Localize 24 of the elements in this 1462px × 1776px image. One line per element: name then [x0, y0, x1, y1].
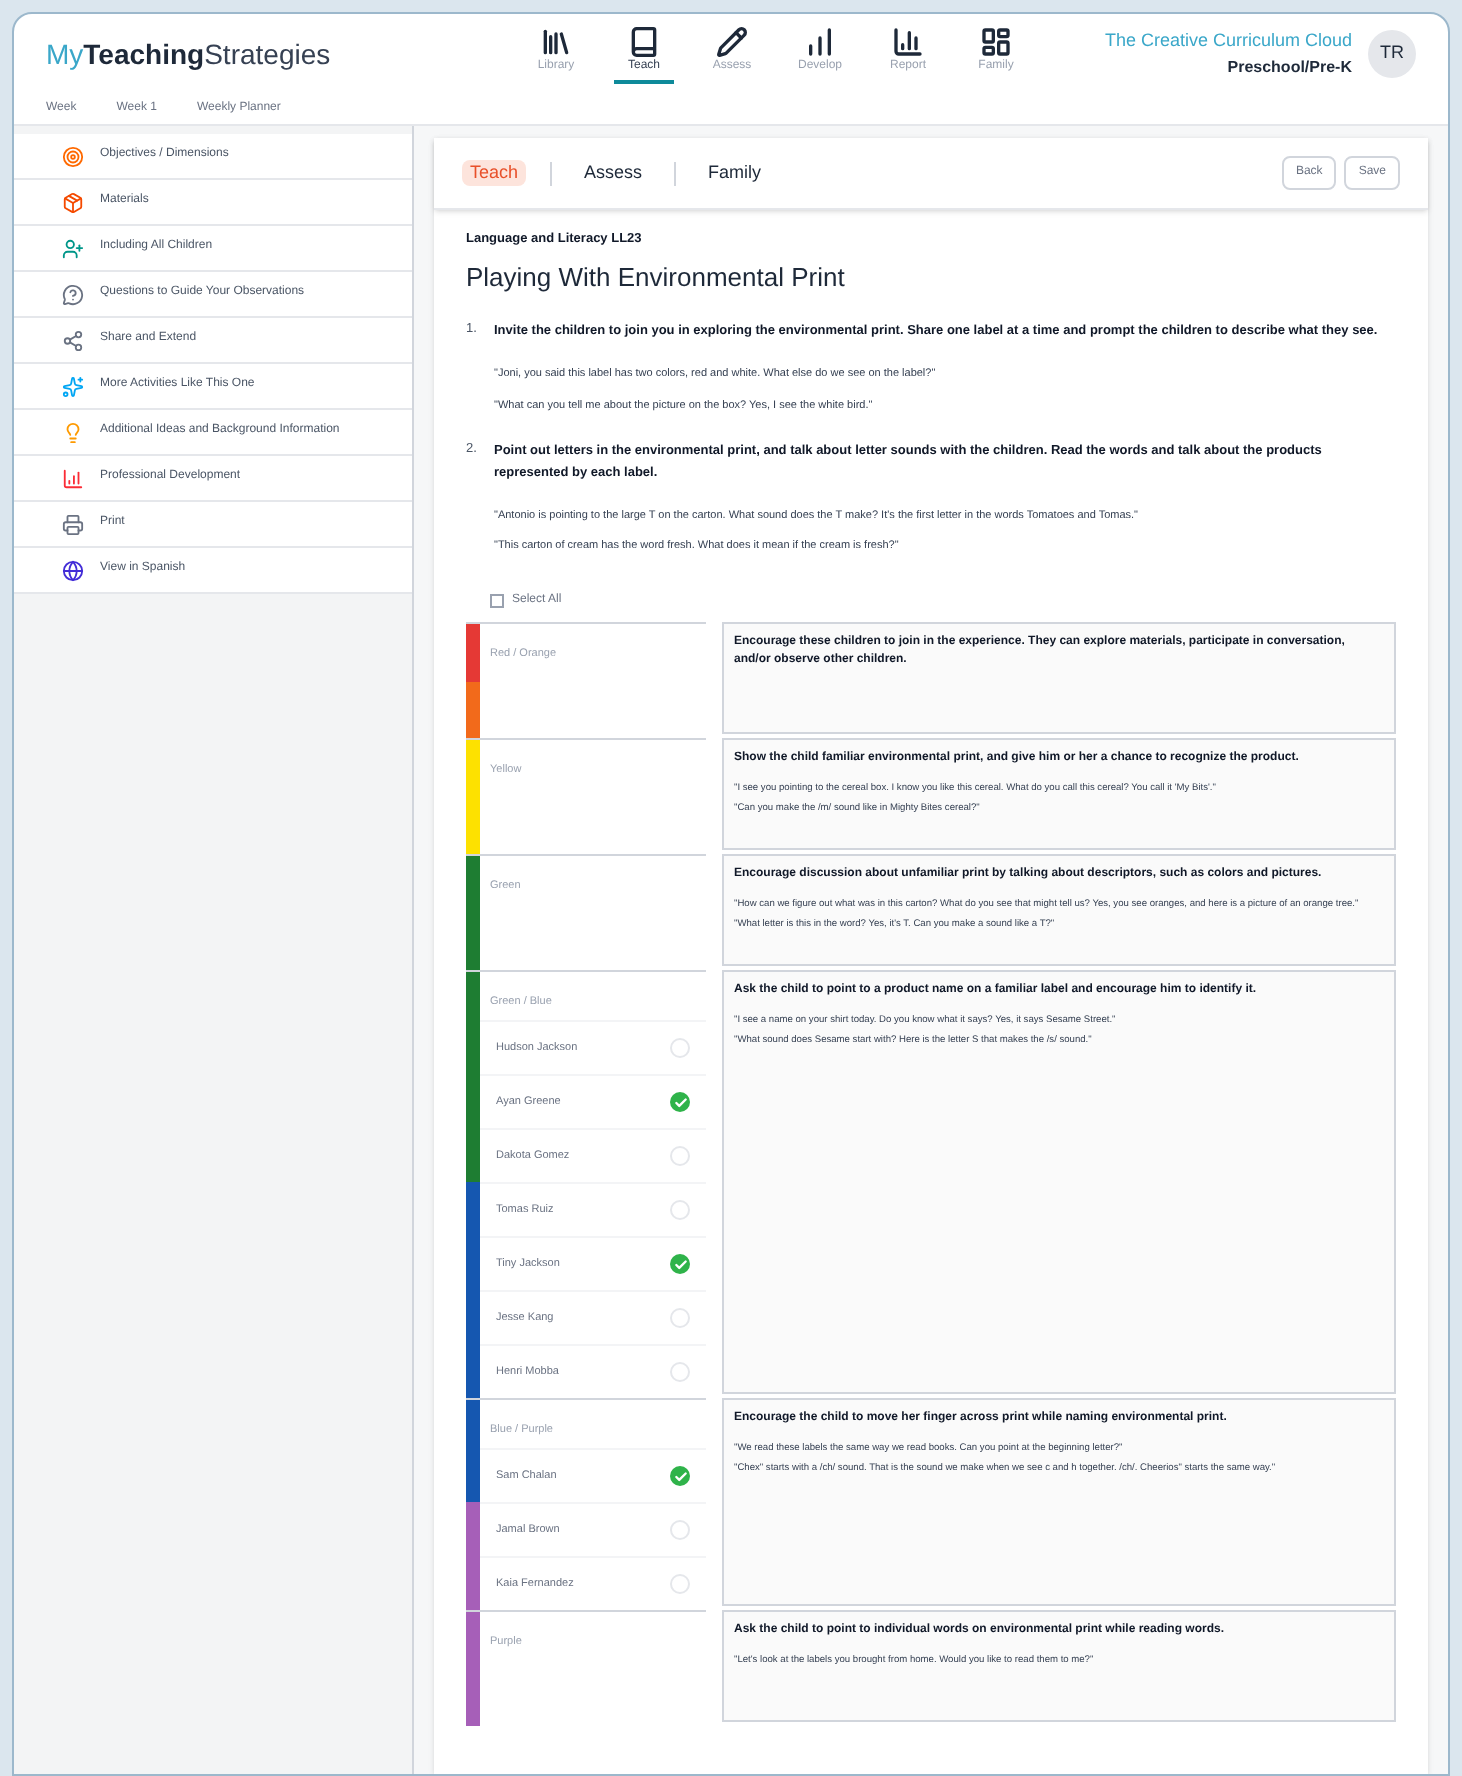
printer-icon — [62, 513, 84, 535]
content-tab[interactable]: Assess — [576, 159, 651, 187]
target-icon — [62, 145, 84, 167]
content-tab[interactable]: Family — [700, 159, 770, 187]
bar-steps-icon — [804, 25, 836, 57]
bar-chart-icon — [62, 467, 84, 489]
brand-logo: MyTeachingStrategies — [46, 35, 333, 74]
pencil-icon — [716, 25, 748, 57]
lightbulb-icon — [62, 421, 84, 443]
globe-icon — [62, 559, 84, 581]
library-icon — [540, 25, 572, 57]
product-name[interactable]: The Creative Curriculum Cloud — [1104, 28, 1352, 56]
book-icon — [628, 25, 660, 57]
activity-title: Playing With Environmental Print — [466, 259, 847, 296]
person-plus-icon — [62, 237, 84, 259]
content-tab[interactable]: Teach — [462, 159, 527, 187]
question-bubble-icon — [62, 283, 84, 305]
sparkles-icon — [62, 375, 84, 397]
package-icon — [62, 191, 84, 213]
bar-chart-icon — [892, 25, 924, 57]
product-level: Preschool/Pre-K — [1227, 55, 1352, 80]
share-icon — [62, 329, 84, 351]
user-avatar[interactable]: TR — [1368, 30, 1416, 78]
dashboard-icon — [980, 25, 1012, 57]
